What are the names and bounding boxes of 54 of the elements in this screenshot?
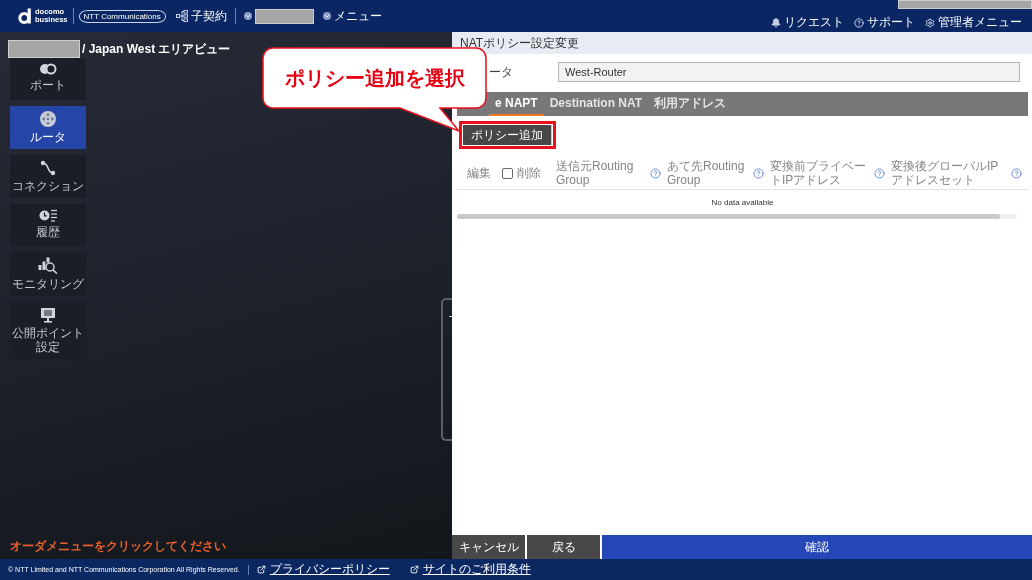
logo-icon [18,8,33,24]
sidebar-item[interactable]: モニタリング [10,252,86,296]
action-button[interactable]: 戻る [527,535,600,559]
chevron-circle-icon [243,12,252,20]
dialog-title: NATポリシー設定変更 [452,32,1032,54]
menu-link[interactable]: メニュー [322,7,382,25]
hint-text: オーダメニューをクリックしてください [9,538,227,555]
checkbox[interactable] [502,167,513,179]
circles-icon [39,63,57,75]
action-button[interactable]: キャンセル [452,535,525,559]
help-icon[interactable] [650,167,661,179]
sidebar-item[interactable]: コネクション [10,155,86,198]
external-link-icon [409,565,419,574]
chevron-circle-icon [322,12,331,20]
router-field[interactable]: West-Router [558,62,1020,82]
sidebar-item[interactable]: 公開ポイント設定 [10,302,86,359]
help-icon [854,17,864,28]
router-icon [40,111,56,127]
bell-icon [771,17,781,28]
sidebar-item[interactable]: 履歴 [10,204,86,246]
connector-icon [40,160,56,176]
callout-text: ポリシー追加を選択 [285,65,465,91]
field-label: ータ [489,63,514,81]
footer-link[interactable]: サイトのご利用条件 [409,561,531,578]
area-title: / Japan West エリアビュー [82,40,231,58]
column-header: あて先Routing Group [667,159,746,187]
chart-search-icon [38,257,58,274]
monitor-icon [40,307,56,323]
contract-link[interactable]: 子契約 [175,7,227,25]
tab[interactable]: e NAPT [489,92,544,116]
column-header: 変換後グローバルIPアドレスセット [891,159,1000,187]
column-header: 送信元Routing Group [556,159,635,187]
confirm-button[interactable]: 確認 [602,535,1032,559]
settings-icon [925,17,935,28]
help-icon[interactable] [1011,167,1022,179]
header-link[interactable]: リクエスト [771,14,844,31]
add-policy-button[interactable]: ポリシー追加 [463,125,552,145]
partner-logo: NTT Communications [78,9,166,23]
empty-message: No data available [711,197,774,207]
redacted-block [8,40,80,58]
column-header: 削除 [517,166,541,180]
help-icon[interactable] [874,167,885,179]
clock-list-icon [39,209,57,222]
header-link[interactable]: 管理者メニュー [925,14,1022,31]
header-link[interactable]: サポート [854,14,915,31]
external-link-icon [256,565,266,574]
tree-icon [175,10,188,22]
sidebar-item[interactable]: ルータ [10,106,86,149]
help-icon[interactable] [753,167,764,179]
redacted-block [254,8,314,24]
sidebar-item[interactable]: ポート [10,58,86,100]
column-header: 編集 [467,166,491,180]
tab[interactable]: 利用アドレス [648,92,733,116]
column-header: 変換前プライベートIPアドレス [770,159,867,187]
